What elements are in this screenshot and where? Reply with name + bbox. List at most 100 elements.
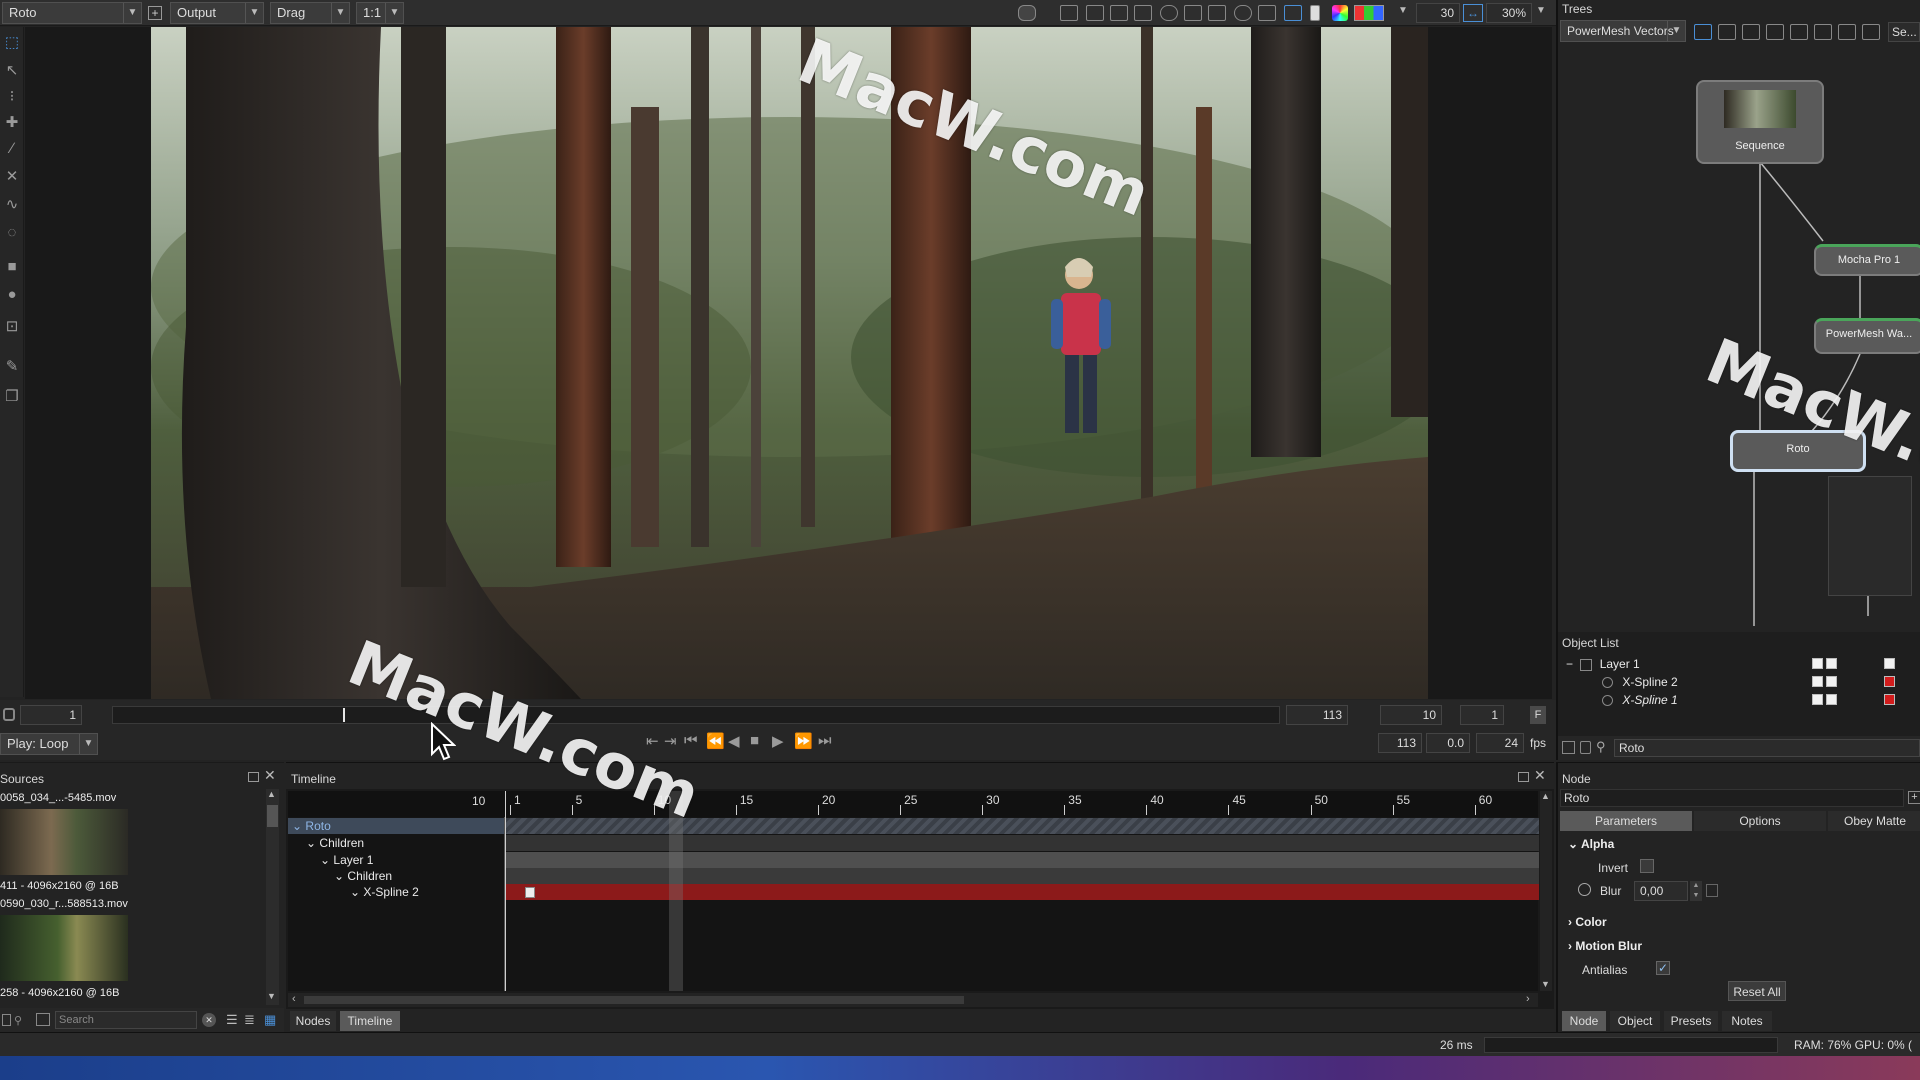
flag-button[interactable]: F [1530, 706, 1546, 724]
object-row-xspline-1[interactable]: X-Spline 1 [1602, 692, 1902, 708]
rectangle-tool-icon[interactable]: ■ [2, 257, 22, 277]
add-layer-icon[interactable]: + [148, 6, 162, 20]
invert-checkbox[interactable] [1640, 859, 1654, 873]
bspline-tool-icon[interactable]: ∿ [2, 195, 22, 215]
track-layer[interactable] [505, 852, 1539, 868]
timeline-vscroll[interactable]: ▲ ▼ [1540, 791, 1552, 991]
color-swatch-icon[interactable] [1884, 658, 1895, 669]
grid-view-icon[interactable]: ▦ [264, 1012, 276, 1028]
clear-search-icon[interactable]: ✕ [202, 1013, 216, 1027]
scroll-up-icon[interactable]: ▲ [267, 789, 276, 799]
track-xspline[interactable] [505, 884, 1539, 900]
playhead-line[interactable] [669, 791, 683, 991]
blur-stepper[interactable]: ▲ ▼ [1690, 881, 1702, 901]
point-tool-icon[interactable]: ⁝ [2, 87, 22, 107]
trees-filter-select[interactable]: PowerMesh Vectors ▼ [1560, 20, 1686, 42]
node-group-frame[interactable] [1828, 476, 1912, 596]
scroll-right-icon[interactable]: › [1526, 993, 1530, 1005]
close-icon[interactable]: ✕ [264, 767, 276, 784]
go-to-out-icon[interactable]: ⇥ [664, 732, 677, 750]
rgb-channels-icon[interactable] [1354, 5, 1384, 21]
scroll-down-icon[interactable]: ▼ [1541, 979, 1550, 989]
trees-search-field[interactable]: Se... [1888, 22, 1920, 42]
timeline-hscroll[interactable]: ‹ › [288, 993, 1538, 1007]
select-tool-icon[interactable]: ⬚ [2, 33, 22, 53]
clock-icon[interactable] [1578, 883, 1591, 896]
grid-icon[interactable] [1110, 5, 1128, 21]
undock-icon[interactable] [1518, 772, 1529, 782]
tab-timeline[interactable]: Timeline [340, 1011, 400, 1031]
close-icon[interactable]: ✕ [1534, 767, 1546, 784]
tree-row-children[interactable]: ⌄ Children [288, 868, 504, 884]
lock-icon[interactable] [3, 708, 15, 721]
scale-select[interactable]: 1:1 ▼ [356, 2, 404, 24]
scroll-left-icon[interactable]: ‹ [292, 993, 296, 1005]
offset-field[interactable]: 0.0 [1426, 733, 1470, 753]
frame-step-field[interactable]: 30 [1416, 3, 1460, 23]
node-list-icon[interactable] [1718, 24, 1736, 40]
fit-width-icon[interactable]: ↔ [1463, 4, 1483, 22]
color-wheel-icon[interactable] [1332, 5, 1348, 21]
pick-tool-icon[interactable]: ↖ [2, 61, 22, 81]
playhead-marker[interactable] [343, 708, 345, 722]
section-alpha[interactable]: ⌄ Alpha [1568, 837, 1614, 851]
lock-toggle-icon[interactable] [1826, 694, 1837, 705]
node-sequence[interactable]: Sequence [1696, 80, 1824, 164]
tree-row-roto[interactable]: ⌄ Roto [288, 818, 504, 834]
source-thumbnail[interactable] [0, 915, 128, 981]
channel-icon[interactable] [1310, 5, 1320, 21]
node-roto[interactable]: Roto [1730, 430, 1866, 472]
overlay-toggle-icon[interactable] [1018, 5, 1036, 21]
timeline-ruler[interactable]: 10 1 5 10 15 20 25 30 35 40 45 50 55 60 [288, 791, 1538, 817]
add-source-icon[interactable] [2, 1014, 11, 1026]
tree-row-layer[interactable]: ⌄ Layer 1 [288, 852, 504, 868]
tab-options[interactable]: Options [1694, 811, 1826, 831]
magnetic-tool-icon[interactable]: ◌ [2, 223, 22, 243]
tree-row-children[interactable]: ⌄ Children [288, 835, 504, 851]
scroll-thumb[interactable] [304, 996, 964, 1004]
track-children[interactable] [505, 868, 1539, 884]
object-row-xspline-2[interactable]: X-Spline 2 [1602, 674, 1902, 690]
add-object-icon[interactable] [1562, 741, 1575, 754]
play-reverse-icon[interactable]: ◀ [728, 732, 740, 750]
monitor-icon[interactable] [1086, 5, 1104, 21]
tab-object[interactable]: Object [1610, 1011, 1660, 1031]
node-powermesh[interactable]: PowerMesh Wa... [1814, 318, 1920, 354]
frame-in-field[interactable]: 1 [20, 705, 82, 725]
tree-row-xspline[interactable]: ⌄ X-Spline 2 [288, 884, 504, 900]
blur-link-icon[interactable] [1706, 884, 1718, 897]
mask-icon[interactable] [1184, 5, 1202, 21]
node-graph[interactable]: Sequence Mocha Pro 1 PowerMesh Wa... Rot… [1558, 46, 1920, 632]
hand-icon[interactable] [1258, 5, 1276, 21]
scroll-up-icon[interactable]: ▲ [1541, 791, 1550, 801]
antialias-checkbox[interactable]: ✓ [1656, 961, 1670, 975]
object-row-layer[interactable]: − Layer 1 [1566, 656, 1916, 672]
node-bolt-icon[interactable] [1790, 24, 1808, 40]
lock-icon[interactable] [1580, 741, 1591, 754]
lock-toggle-icon[interactable] [1826, 658, 1837, 669]
tab-node[interactable]: Node [1562, 1011, 1606, 1031]
node-name-field[interactable]: Roto [1560, 789, 1904, 807]
view-select[interactable]: Output ▼ [170, 2, 264, 24]
lock-toggle-icon[interactable] [1826, 676, 1837, 687]
chevron-down-icon[interactable]: ▼ [1398, 5, 1410, 16]
node-folder-icon[interactable] [1814, 24, 1832, 40]
node-layout-icon[interactable] [1862, 24, 1880, 40]
timeline-scrubber[interactable] [112, 706, 1280, 724]
frame-out-field[interactable]: 113 [1286, 705, 1348, 725]
keyframe-marker[interactable] [525, 887, 535, 898]
end-frame-field[interactable]: 113 [1378, 733, 1422, 753]
node-add-icon[interactable] [1694, 24, 1712, 40]
node-save-icon[interactable] [1838, 24, 1856, 40]
module-select[interactable]: Roto ▼ [2, 2, 142, 24]
object-search-input[interactable]: Roto [1614, 739, 1920, 757]
visibility-toggle-icon[interactable] [1812, 676, 1823, 687]
scroll-thumb[interactable] [267, 805, 278, 827]
safe-area-icon[interactable] [1134, 5, 1152, 21]
tab-notes[interactable]: Notes [1722, 1011, 1772, 1031]
step-back-icon[interactable]: ⏪ [706, 732, 725, 750]
scroll-down-icon[interactable]: ▼ [267, 991, 276, 1001]
source-name[interactable]: 0058_034_...-5485.mov [0, 792, 116, 804]
visibility-toggle-icon[interactable] [1812, 694, 1823, 705]
color-swatch-icon[interactable] [1884, 694, 1895, 705]
